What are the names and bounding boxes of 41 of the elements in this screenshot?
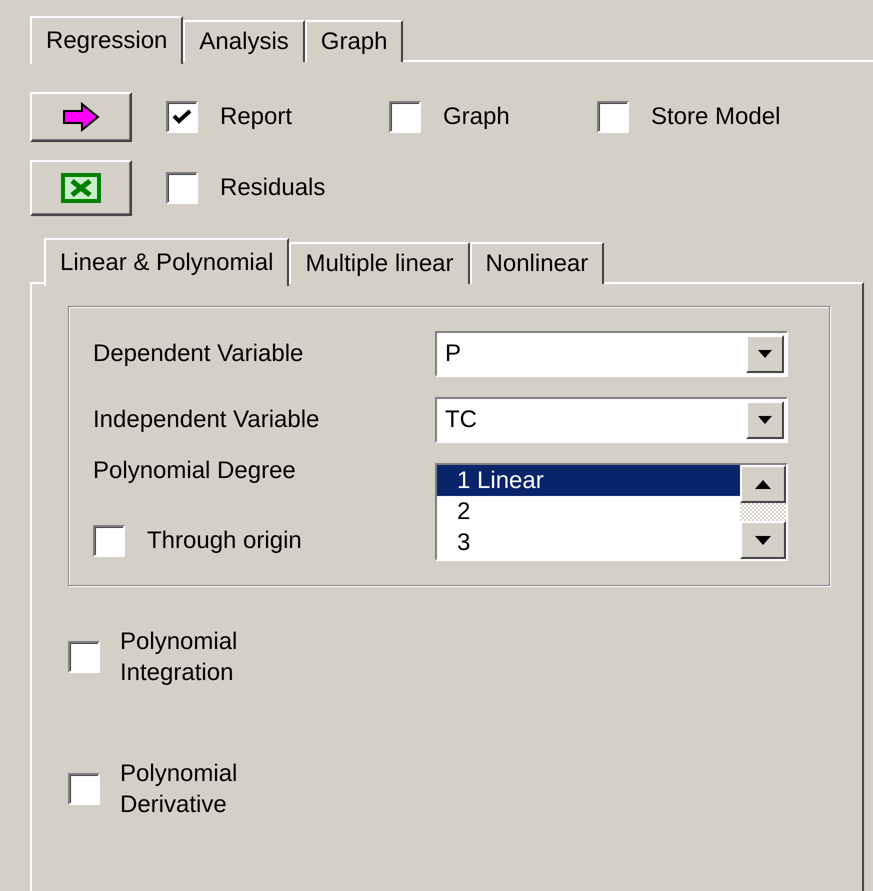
checkbox-label: Through origin [147,526,302,556]
dependent-variable-dropdown[interactable]: P [435,331,788,377]
field-label: Dependent Variable [93,339,304,369]
checkbox-label: Polynomial Integration [120,627,238,688]
check-icon [172,108,192,126]
caret-icon [758,350,772,358]
tab[interactable]: Regression [30,16,184,64]
checkbox-label: Residuals [220,173,326,203]
checkbox[interactable] [389,101,421,133]
dropdown-button[interactable] [746,401,784,439]
checkbox-label: Graph [443,102,510,132]
export-button[interactable] [30,160,132,216]
list-item[interactable]: 1 Linear [437,465,740,496]
spreadsheet-icon [61,173,101,203]
tab[interactable]: Nonlinear [470,242,604,284]
arrow-icon [62,102,100,132]
scroll-up-button[interactable] [740,465,786,503]
checkbox[interactable] [93,525,125,557]
up-arrow-icon [755,480,771,488]
checkbox[interactable] [68,641,100,673]
caret-icon [758,416,772,424]
scrollbar[interactable] [740,465,786,559]
down-arrow-icon [755,536,771,544]
tab[interactable]: Linear & Polynomial [44,238,290,286]
scroll-down-button[interactable] [740,521,786,559]
dropdown-button[interactable] [746,335,784,373]
field-label: Independent Variable [93,405,320,435]
degree-listbox[interactable]: 1 Linear 2 3 [435,463,788,561]
checkbox[interactable] [68,773,100,805]
checkbox[interactable] [166,172,198,204]
tab[interactable]: Analysis [183,20,305,62]
checkbox-label: Store Model [651,102,780,132]
independent-variable-dropdown[interactable]: TC [435,397,788,443]
checkbox[interactable] [166,101,198,133]
tab[interactable]: Graph [304,20,404,62]
checkbox-label: Report [220,102,292,132]
run-button[interactable] [30,92,132,142]
field-label: Polynomial Degree [93,456,297,486]
tab[interactable]: Multiple linear [289,242,470,284]
checkbox[interactable] [597,101,629,133]
checkbox-label: Polynomial Derivative [120,759,238,820]
